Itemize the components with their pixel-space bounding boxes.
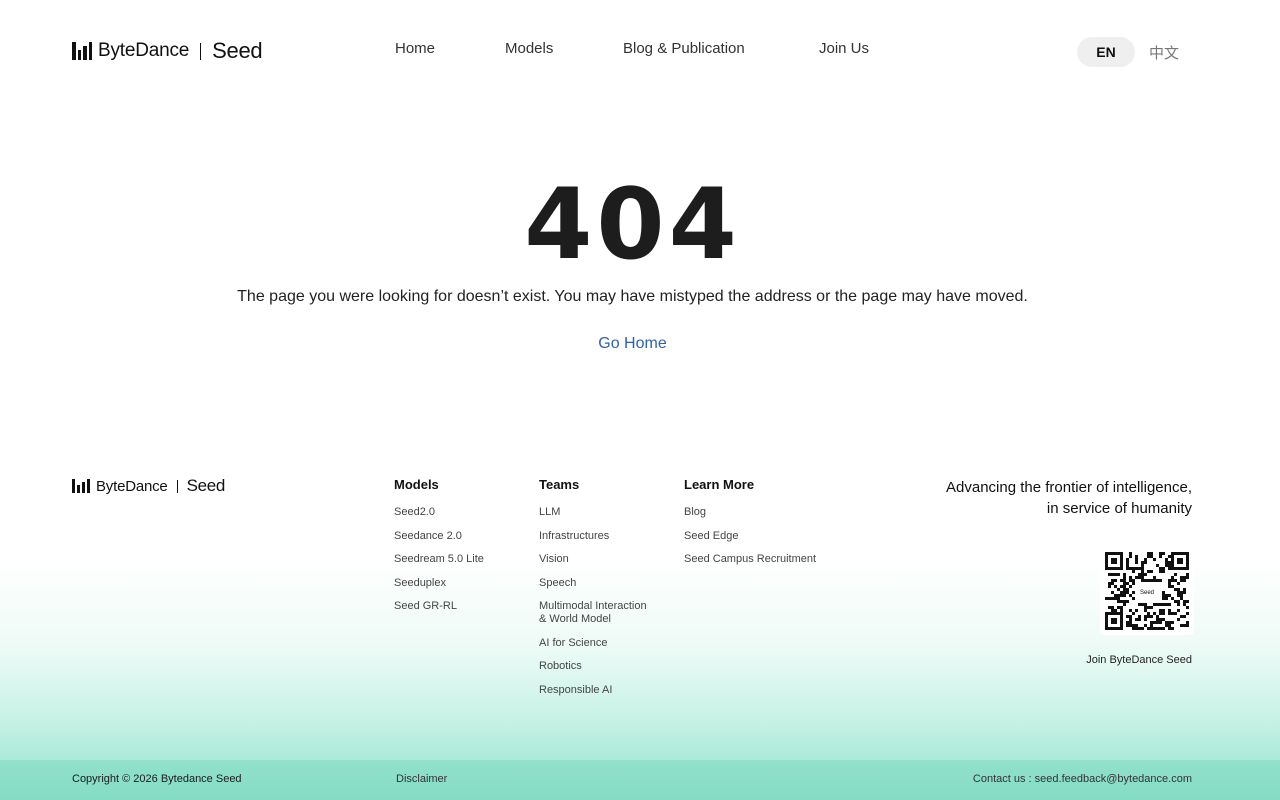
qr-code: Seed bbox=[1100, 547, 1194, 635]
footer-link[interactable]: Seed2.0 bbox=[394, 506, 484, 519]
nav-join-us[interactable]: Join Us bbox=[819, 40, 869, 57]
error-message: The page you were looking for doesn’t ex… bbox=[237, 288, 1028, 305]
qr-center-text: Seed bbox=[1140, 590, 1154, 596]
language-switcher: EN 中文 bbox=[1077, 37, 1179, 67]
footer-link[interactable]: Multimodal Interaction & World Model bbox=[539, 600, 647, 626]
go-home-container: Go Home bbox=[0, 335, 1265, 353]
bytedance-seed-logo[interactable]: ByteDance Seed bbox=[72, 38, 263, 64]
footer-link[interactable]: Seed GR-RL bbox=[394, 600, 484, 613]
footer-column-title: Models bbox=[394, 477, 439, 492]
nav-models[interactable]: Models bbox=[505, 40, 553, 57]
logo-brand-text: ByteDance bbox=[96, 477, 168, 495]
footer-link[interactable]: Seed Edge bbox=[684, 530, 816, 543]
lang-en-button[interactable]: EN bbox=[1077, 37, 1135, 67]
logo-brand-text: ByteDance bbox=[98, 40, 190, 61]
logo-divider bbox=[176, 479, 178, 493]
bytedance-logo-icon bbox=[72, 42, 92, 60]
nav-home[interactable]: Home bbox=[395, 40, 435, 57]
footer-column-models: Models Seed2.0 Seedance 2.0 Seedream 5.0… bbox=[394, 477, 484, 624]
qr-code-icon: Seed bbox=[1105, 552, 1189, 630]
footer-column-title: Teams bbox=[539, 477, 580, 492]
site-header: ByteDance Seed Home Models Blog & Public… bbox=[0, 0, 1280, 102]
footer-link[interactable]: Seedance 2.0 bbox=[394, 530, 484, 543]
qr-label: Join ByteDance Seed bbox=[1086, 654, 1192, 666]
footer-link[interactable]: Seed Campus Recruitment bbox=[684, 553, 816, 566]
footer-link[interactable]: Blog bbox=[684, 506, 816, 519]
footer-link[interactable]: Seedream 5.0 Lite bbox=[394, 553, 484, 566]
site-footer: ByteDance Seed Models Seed2.0 Seedance 2… bbox=[0, 455, 1280, 800]
footer-link[interactable]: Seeduplex bbox=[394, 577, 484, 590]
footer-link[interactable]: Speech bbox=[539, 577, 647, 590]
footer-logo[interactable]: ByteDance Seed bbox=[72, 475, 225, 497]
tagline-line-1: Advancing the frontier of intelligence, bbox=[946, 479, 1192, 496]
footer-link[interactable]: AI for Science bbox=[539, 637, 647, 650]
footer-link[interactable]: Responsible AI bbox=[539, 684, 647, 697]
bytedance-logo-icon bbox=[72, 479, 90, 493]
footer-tagline: Advancing the frontier of intelligence, … bbox=[946, 477, 1192, 519]
contact-email-link[interactable]: Contact us : seed.feedback@bytedance.com bbox=[973, 773, 1192, 785]
footer-column-teams: Teams LLM Infrastructures Vision Speech … bbox=[539, 477, 647, 707]
footer-link[interactable]: Infrastructures bbox=[539, 530, 647, 543]
footer-column-title: Learn More bbox=[684, 477, 755, 492]
tagline-line-2: in service of humanity bbox=[1046, 500, 1192, 517]
lang-zh-button[interactable]: 中文 bbox=[1149, 42, 1179, 63]
footer-link[interactable]: Robotics bbox=[539, 660, 647, 673]
logo-product-text: Seed bbox=[212, 38, 263, 63]
disclaimer-link[interactable]: Disclaimer bbox=[396, 773, 447, 785]
nav-blog-publication[interactable]: Blog & Publication bbox=[623, 40, 745, 57]
error-code: 404 bbox=[524, 168, 741, 282]
logo-product-text: Seed bbox=[186, 476, 226, 495]
footer-link[interactable]: LLM bbox=[539, 506, 647, 519]
footer-link[interactable]: Vision bbox=[539, 553, 647, 566]
copyright-text: Copyright © 2026 Bytedance Seed bbox=[72, 773, 242, 785]
footer-column-learn-more: Learn More Blog Seed Edge Seed Campus Re… bbox=[684, 477, 816, 577]
logo-divider bbox=[200, 42, 202, 60]
go-home-link[interactable]: Go Home bbox=[598, 335, 666, 352]
